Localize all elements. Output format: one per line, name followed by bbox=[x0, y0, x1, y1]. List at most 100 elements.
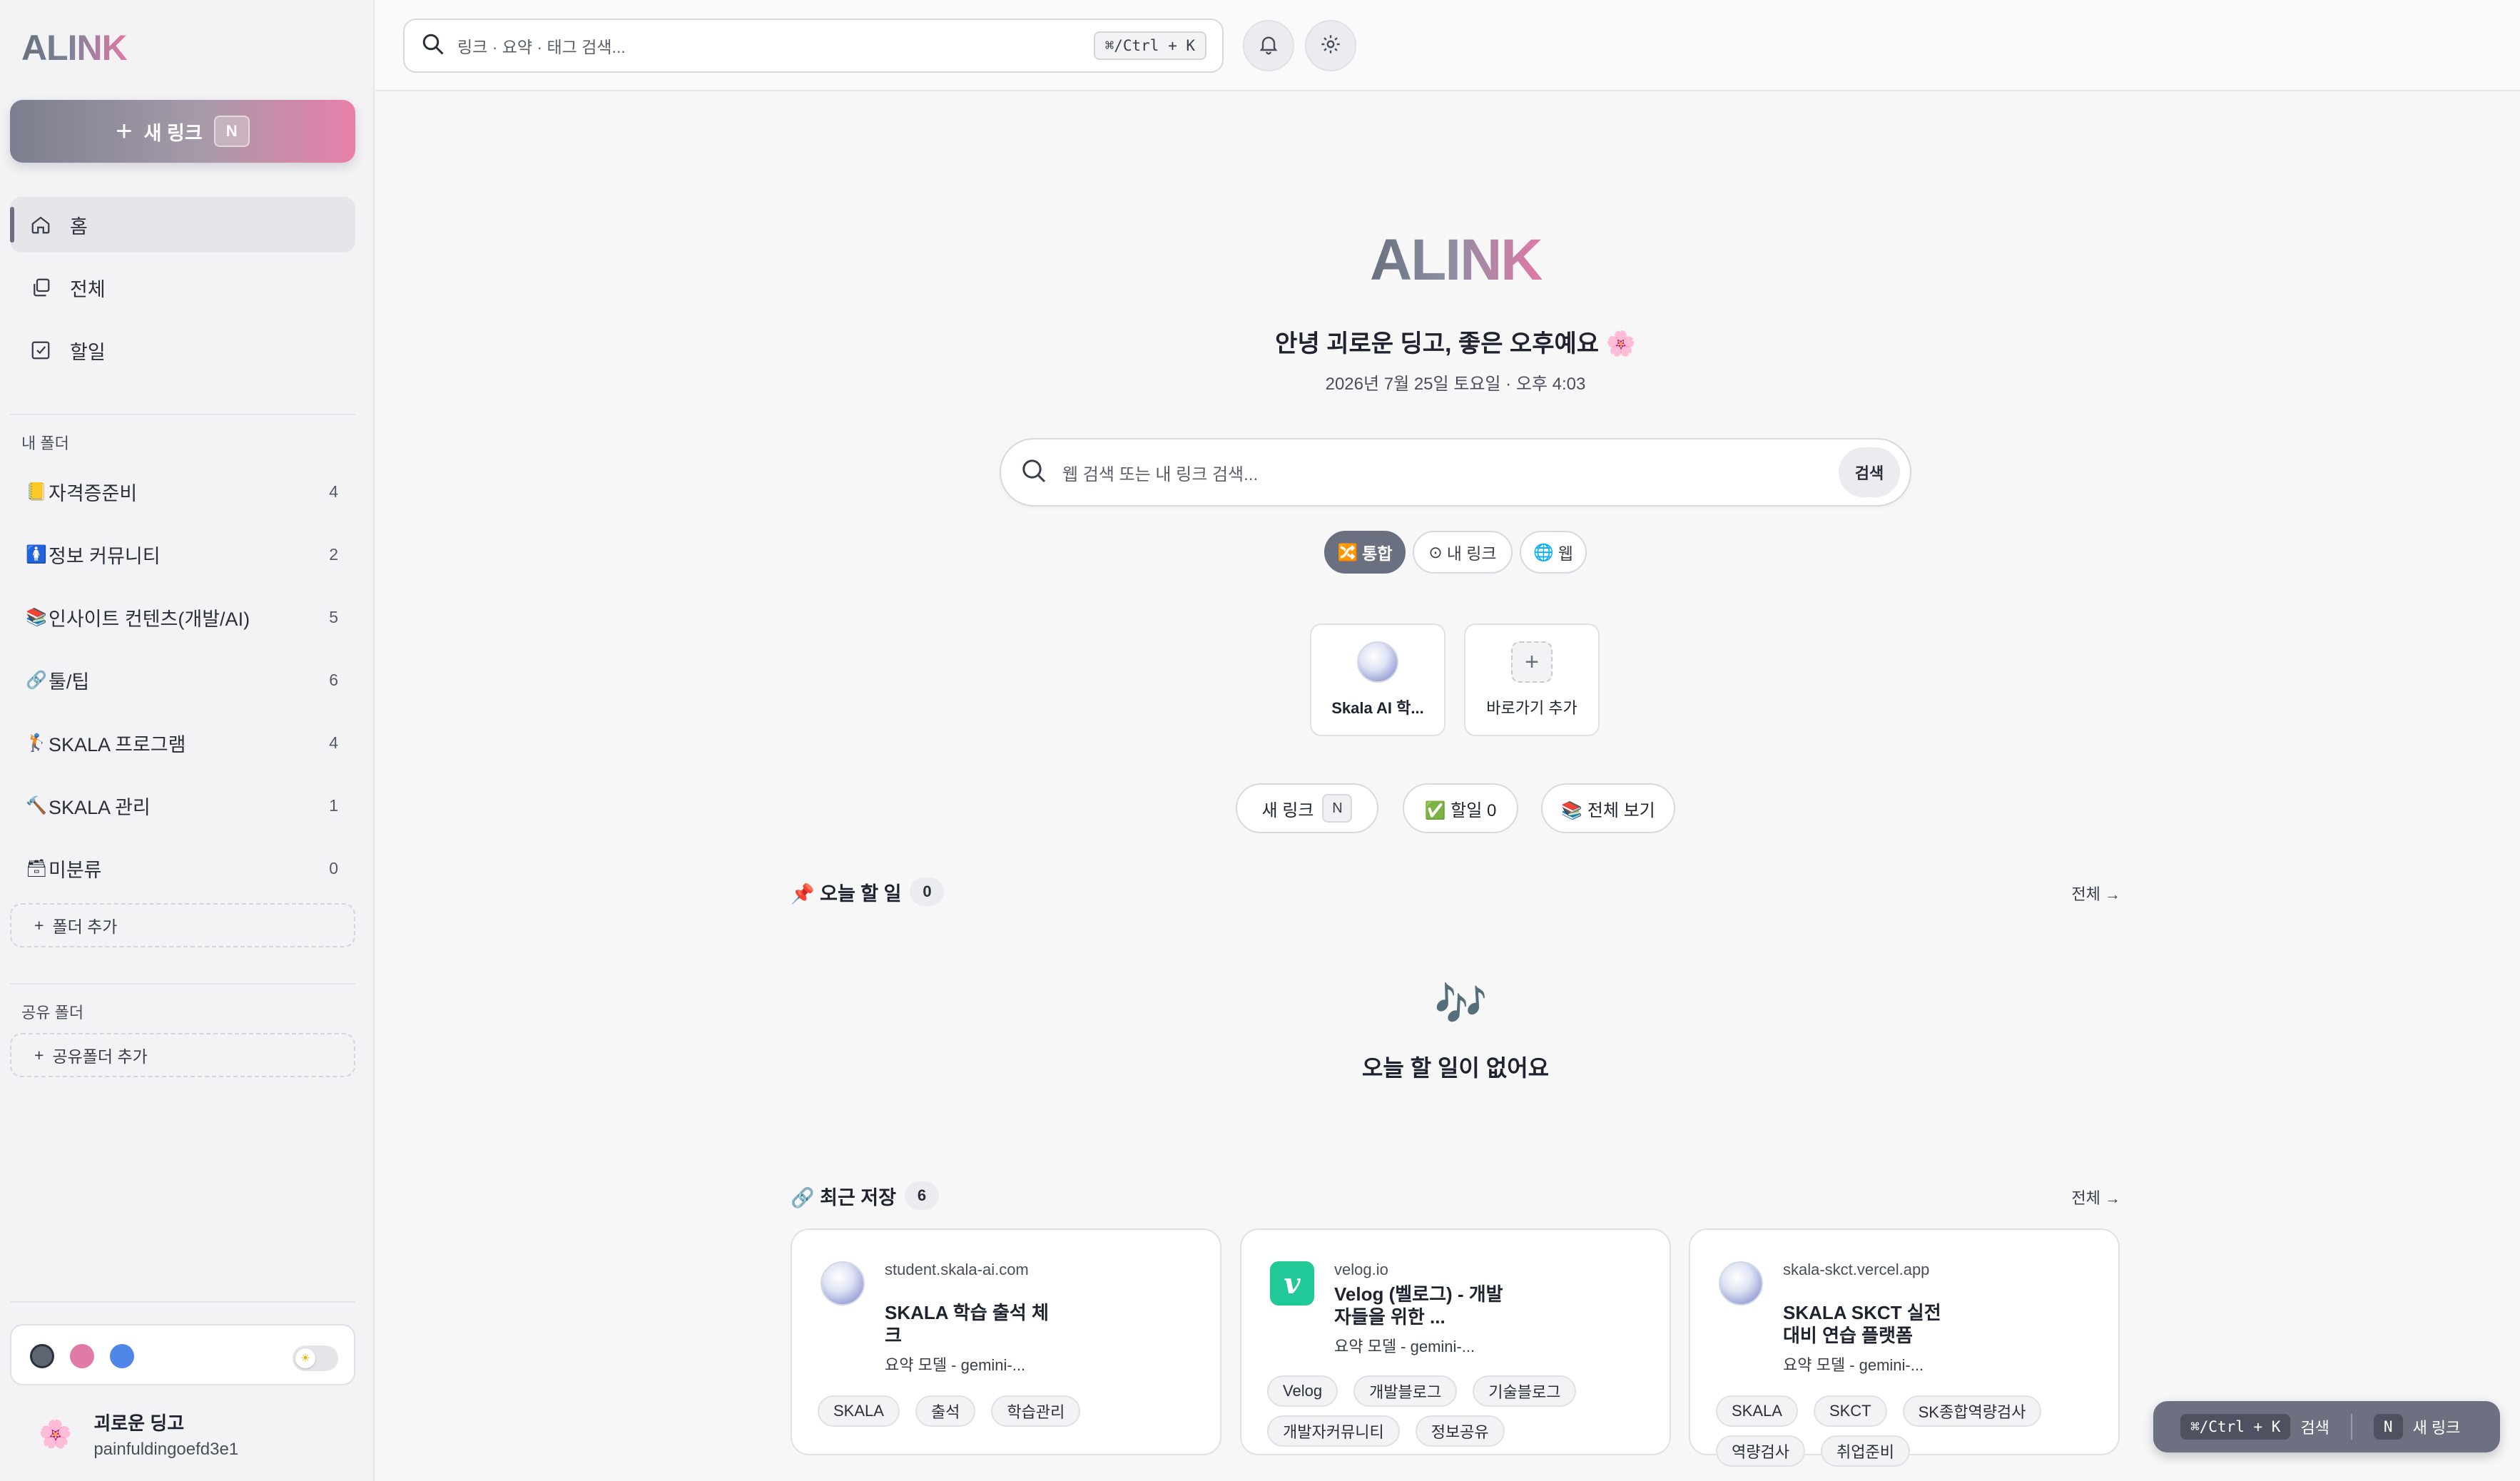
top-search-input[interactable]: 링크 · 요약 · 태그 검색... bbox=[457, 34, 1082, 58]
add-shared-folder-button[interactable]: + 공유폴더 추가 bbox=[10, 1033, 355, 1077]
folder-emoji: 🔗 bbox=[26, 670, 47, 690]
user-profile[interactable]: 🌸 괴로운 딩고 painfuldingoefd3e1 bbox=[39, 1409, 238, 1460]
sidebar: ALINK + 새 링크 N 홈 전체 할일 내 폴더 📒 자격증준비 4 🚺 … bbox=[0, 0, 375, 1481]
gear-icon bbox=[1319, 33, 1342, 59]
tag-chip[interactable]: 출석 bbox=[915, 1395, 976, 1427]
nav-item-home[interactable]: 홈 bbox=[10, 197, 355, 253]
folder-name: SKALA 관리 bbox=[49, 796, 151, 818]
link-domain: skala-skct.vercel.app bbox=[1783, 1261, 1930, 1278]
sun-icon: ☀ bbox=[295, 1348, 315, 1368]
new-link-shortcut-key: N bbox=[2373, 1414, 2403, 1440]
top-search-bar[interactable]: 링크 · 요약 · 태그 검색... ⌘/Ctrl + K bbox=[403, 19, 1224, 73]
folder-count: 5 bbox=[329, 607, 338, 626]
link-card[interactable]: skala-skct.vercel.app SKALA SKCT 실전 대비 연… bbox=[1689, 1228, 2120, 1467]
folder-item[interactable]: 🔨 SKALA 관리 1 bbox=[10, 780, 355, 830]
search-mode-web[interactable]: 🌐 웹 bbox=[1520, 531, 1587, 574]
search-icon bbox=[1020, 457, 1048, 489]
tag-chip[interactable]: SKALA bbox=[1716, 1395, 1798, 1427]
globe-icon bbox=[1357, 641, 1398, 683]
tag-chip[interactable]: SKALA bbox=[818, 1395, 900, 1427]
home-icon bbox=[30, 214, 51, 235]
recent-saves-title: 🔗 최근 저장 bbox=[791, 1186, 896, 1208]
recent-saves-heading: 🔗 최근 저장 6 bbox=[791, 1181, 939, 1210]
folder-count: 6 bbox=[329, 670, 338, 689]
notifications-button[interactable] bbox=[1243, 20, 1294, 71]
velog-icon: v bbox=[1270, 1261, 1314, 1306]
shortcut-label: Skala AI 학... bbox=[1331, 699, 1424, 717]
main-search-input[interactable]: 웹 검색 또는 내 링크 검색... bbox=[1062, 460, 1824, 485]
empty-todo-message: 오늘 할 일이 없어요 bbox=[1361, 1055, 1550, 1081]
tag-chip[interactable]: 개발블로그 bbox=[1353, 1375, 1458, 1407]
dark-mode-toggle[interactable]: ☀ bbox=[293, 1345, 338, 1371]
tag-chip[interactable]: SK종합역량검사 bbox=[1902, 1395, 2042, 1427]
folder-item[interactable]: 📚 인사이트 컨텐츠(개발/AI) 5 bbox=[10, 592, 355, 642]
recent-saves-count: 6 bbox=[904, 1181, 939, 1210]
main-search-bar[interactable]: 웹 검색 또는 내 링크 검색... 검색 bbox=[1000, 438, 1911, 507]
search-mode-unified[interactable]: 🔀 통합 bbox=[1324, 531, 1406, 574]
folder-item[interactable]: 🏌 SKALA 프로그램 4 bbox=[10, 718, 355, 768]
tag-chip[interactable]: 취업준비 bbox=[1820, 1435, 1910, 1467]
plus-icon: + bbox=[1511, 641, 1553, 683]
folder-item[interactable]: 🚺 정보 커뮤니티 2 bbox=[10, 529, 355, 579]
folder-item[interactable]: 🔗 툴/팁 6 bbox=[10, 655, 355, 705]
quick-view-all-button[interactable]: 📚 전체 보기 bbox=[1541, 783, 1675, 833]
current-datetime: 2026년 7월 25일 토요일 · 오후 4:03 bbox=[1325, 375, 1586, 394]
nav-item-label: 홈 bbox=[70, 215, 88, 238]
globe-icon bbox=[1719, 1261, 1763, 1306]
folder-count: 2 bbox=[329, 544, 338, 564]
today-todo-see-all-link[interactable]: 전체 → bbox=[2071, 882, 2120, 905]
link-card[interactable]: student.skala-ai.com SKALA 학습 출석 체크 요약 모… bbox=[791, 1228, 1221, 1455]
tag-chip[interactable]: 역량검사 bbox=[1716, 1435, 1805, 1467]
sidebar-logo[interactable]: ALINK bbox=[21, 27, 128, 68]
shortcut-tile[interactable]: Skala AI 학... bbox=[1310, 624, 1446, 736]
tag-chip[interactable]: SKCT bbox=[1813, 1395, 1887, 1427]
theme-picker: ☀ bbox=[10, 1324, 355, 1385]
keyboard-shortcut-hint: ⌘/Ctrl + K 검색 N 새 링크 bbox=[2153, 1401, 2500, 1452]
tag-chip[interactable]: 학습관리 bbox=[991, 1395, 1081, 1427]
tag-chip[interactable]: 정보공유 bbox=[1415, 1415, 1505, 1447]
plus-icon: + bbox=[116, 116, 133, 147]
tag-chip[interactable]: 기술블로그 bbox=[1473, 1375, 1577, 1407]
today-todo-heading: 📌 오늘 할 일 0 bbox=[791, 877, 945, 906]
link-title: Velog (벨로그) - 개발자들을 위한 ... bbox=[1334, 1283, 1503, 1328]
quick-todo-button[interactable]: ✅ 할일 0 bbox=[1403, 783, 1518, 833]
folder-emoji: 🚺 bbox=[26, 544, 47, 564]
folder-emoji: 🏌 bbox=[26, 733, 47, 753]
search-mode-label: 통합 bbox=[1362, 544, 1393, 563]
target-icon: ⊙ bbox=[1428, 542, 1443, 561]
quick-new-link-label: 새 링크 bbox=[1261, 800, 1314, 820]
search-mode-label: 내 링크 bbox=[1446, 544, 1497, 563]
nav-item-all[interactable]: 전체 bbox=[10, 260, 355, 315]
theme-color-pink[interactable] bbox=[70, 1344, 94, 1368]
link-summary-model: 요약 모델 - gemini-... bbox=[1783, 1356, 1924, 1374]
nav-item-todo[interactable]: 할일 bbox=[10, 322, 355, 378]
shared-folders-heading: 공유 폴더 bbox=[21, 1004, 84, 1022]
theme-color-slate[interactable] bbox=[30, 1344, 54, 1368]
quick-new-link-button[interactable]: 새 링크 N bbox=[1236, 783, 1378, 833]
new-link-shortcut: N bbox=[213, 116, 250, 147]
search-submit-button[interactable]: 검색 bbox=[1839, 447, 1900, 497]
new-link-button[interactable]: + 새 링크 N bbox=[10, 100, 355, 163]
search-shortcut-key: ⌘/Ctrl + K bbox=[2180, 1414, 2291, 1440]
link-tags: Velog 개발블로그 기술블로그 개발자커뮤니티 정보공유 bbox=[1267, 1375, 1652, 1447]
settings-button[interactable] bbox=[1305, 20, 1356, 71]
link-summary-model: 요약 모델 - gemini-... bbox=[885, 1356, 1026, 1374]
plus-icon: + bbox=[34, 915, 44, 935]
search-mode-my-links[interactable]: ⊙ 내 링크 bbox=[1413, 531, 1513, 574]
tag-chip[interactable]: Velog bbox=[1267, 1375, 1338, 1407]
folder-item[interactable]: 🗃 미분류 0 bbox=[10, 843, 355, 893]
add-shortcut-tile[interactable]: + 바로가기 추가 bbox=[1464, 624, 1600, 736]
tag-chip[interactable]: 개발자커뮤니티 bbox=[1267, 1415, 1400, 1447]
link-card[interactable]: v velog.io Velog (벨로그) - 개발자들을 위한 ... 요약… bbox=[1240, 1228, 1671, 1455]
globe-icon bbox=[820, 1261, 865, 1306]
folder-item[interactable]: 📒 자격증준비 4 bbox=[10, 467, 355, 516]
theme-color-blue[interactable] bbox=[110, 1344, 134, 1368]
nav-item-label: 할일 bbox=[70, 341, 106, 363]
checkbox-icon bbox=[30, 340, 51, 361]
plus-icon: + bbox=[34, 1045, 44, 1064]
hero-logo: ALINK bbox=[1370, 228, 1543, 292]
add-folder-label: 폴더 추가 bbox=[52, 917, 118, 936]
recent-saves-see-all-link[interactable]: 전체 → bbox=[2071, 1186, 2120, 1208]
profile-id: painfuldingoefd3e1 bbox=[93, 1440, 239, 1459]
add-folder-button[interactable]: + 폴더 추가 bbox=[10, 903, 355, 947]
